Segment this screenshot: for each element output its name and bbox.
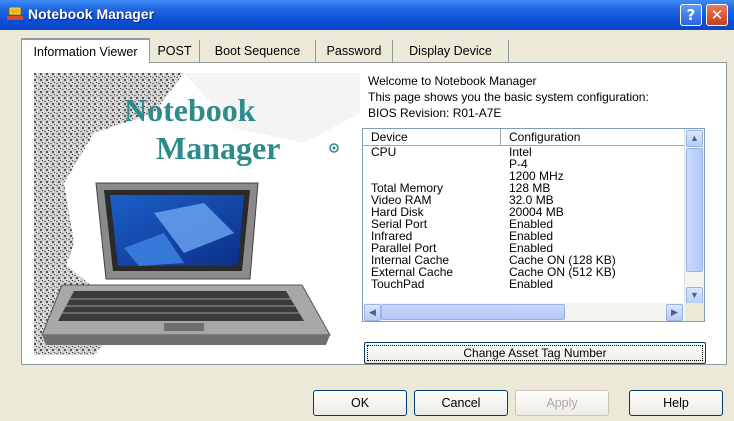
art-title-line1: Notebook: [124, 92, 256, 128]
cancel-button[interactable]: Cancel: [414, 390, 508, 416]
device-cell: CPU: [371, 145, 397, 159]
scroll-down-icon[interactable]: ▼: [686, 287, 703, 304]
scroll-up-icon[interactable]: ▲: [686, 130, 703, 147]
list-header: Device Configuration: [363, 129, 685, 146]
close-button[interactable]: ✕: [706, 4, 728, 26]
scrollbar-corner: [685, 303, 704, 321]
tab-display-device[interactable]: Display Device: [393, 40, 509, 62]
bios-revision: BIOS Revision: R01-A7E: [368, 106, 502, 120]
help-button[interactable]: Help: [629, 390, 723, 416]
tab-panel: Notebook Manager Welcome to Notebook Man…: [21, 62, 727, 365]
description-line: This page shows you the basic system con…: [368, 90, 649, 104]
tab-password[interactable]: Password: [316, 40, 393, 62]
column-header-device[interactable]: Device: [363, 129, 501, 146]
welcome-line: Welcome to Notebook Manager: [368, 74, 537, 88]
scroll-left-icon[interactable]: ◀: [364, 304, 381, 321]
title-bar[interactable]: Notebook Manager ? ✕: [0, 0, 734, 30]
art-title-line2: Manager: [156, 130, 280, 166]
tab-post[interactable]: POST: [150, 40, 200, 62]
vertical-scrollbar[interactable]: ▲ ▼: [684, 129, 704, 305]
column-header-configuration[interactable]: Configuration: [501, 129, 685, 146]
welcome-text: Welcome to Notebook Manager This page sh…: [368, 73, 649, 121]
tab-boot-sequence[interactable]: Boot Sequence: [200, 40, 316, 62]
tab-information-viewer[interactable]: Information Viewer: [21, 38, 150, 63]
list-item[interactable]: TouchPad Enabled: [363, 278, 685, 290]
config-cell: Enabled: [509, 277, 554, 291]
scroll-right-icon[interactable]: ▶: [666, 304, 683, 321]
list-rows: CPU Intel P-4 1200 MHz Total Memory 128 MB…: [363, 146, 685, 290]
change-asset-tag-button[interactable]: Change Asset Tag Number: [364, 342, 706, 364]
ok-button[interactable]: OK: [313, 390, 407, 416]
laptop-app-icon: [7, 7, 23, 20]
horizontal-scroll-thumb[interactable]: [381, 304, 565, 320]
help-title-button[interactable]: ?: [680, 4, 702, 26]
device-cell: TouchPad: [371, 277, 425, 291]
vertical-scroll-thumb[interactable]: [686, 148, 703, 272]
window-title: Notebook Manager: [28, 6, 155, 22]
horizontal-scrollbar[interactable]: ◀ ▶: [363, 303, 704, 321]
configuration-listview[interactable]: Device Configuration CPU Intel P-4 1200 M…: [362, 128, 705, 322]
notebook-manager-artwork: Notebook Manager: [34, 73, 360, 355]
apply-button[interactable]: Apply: [515, 390, 609, 416]
